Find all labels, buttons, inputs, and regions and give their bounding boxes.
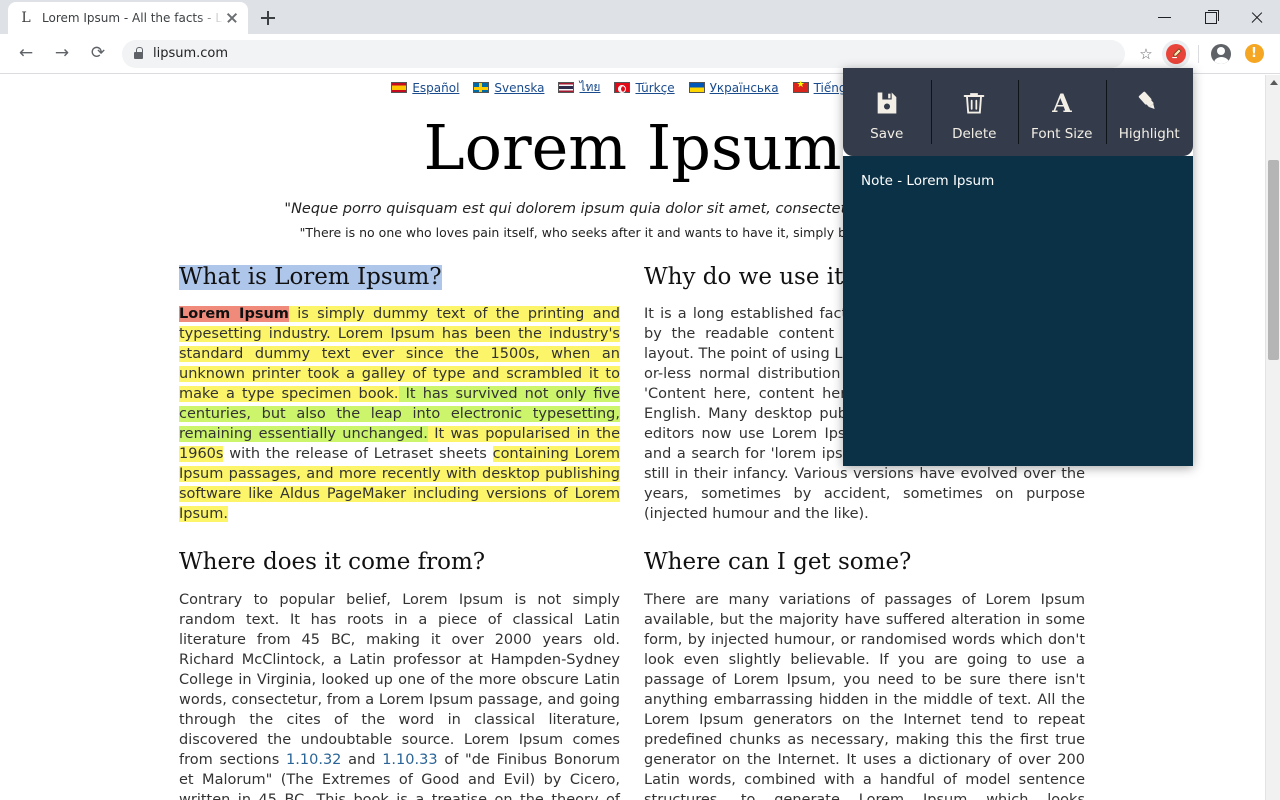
highlight-button[interactable]: Highlight <box>1105 68 1194 156</box>
plain-segment: with the release of Letraset sheets <box>223 446 493 463</box>
update-alert-button[interactable]: ! <box>1240 40 1268 68</box>
language-label[interactable]: Español <box>412 81 459 95</box>
highlighter-extension-icon[interactable] <box>1162 39 1190 68</box>
note-panel: Save Delete A Font Size Highlight Note -… <box>843 68 1193 466</box>
flag-spain-icon <box>391 82 408 93</box>
save-button[interactable]: Save <box>843 68 931 156</box>
page-scrollbar[interactable] <box>1265 75 1280 800</box>
tab-strip: L Lorem Ipsum - All the facts - Lips <box>0 0 1280 34</box>
forward-icon[interactable]: → <box>47 39 77 69</box>
flag-turkey-icon <box>614 82 631 93</box>
address-bar[interactable]: lipsum.com <box>122 39 1125 68</box>
trash-icon <box>960 86 988 120</box>
bookmark-star-icon[interactable]: ☆ <box>1133 41 1159 67</box>
flag-ukraine-icon <box>688 82 705 93</box>
font-size-button[interactable]: A Font Size <box>1018 68 1106 156</box>
window-controls <box>1142 0 1280 34</box>
left-column: What is Lorem Ipsum? Lorem Ipsum is simp… <box>179 264 620 800</box>
highlighter-marker-icon <box>1134 86 1164 120</box>
save-label: Save <box>870 126 904 143</box>
heading-why-do-we-use-it: Why do we use it? <box>644 264 856 290</box>
maximize-icon[interactable] <box>1188 0 1234 34</box>
note-title-text[interactable]: Note - Lorem Ipsum <box>861 172 1175 191</box>
avatar <box>1211 43 1231 64</box>
tab-favicon-icon: L <box>21 10 31 26</box>
scrollbar-thumb[interactable] <box>1268 160 1279 360</box>
language-link-sv[interactable]: Svenska <box>473 81 544 95</box>
save-floppy-icon <box>873 86 901 120</box>
flag-thailand-icon <box>558 82 575 93</box>
language-link-es[interactable]: Español <box>391 81 459 95</box>
paragraph-what-is-lorem-ipsum: Lorem Ipsum is simply dummy text of the … <box>179 304 620 524</box>
paragraph-where-can-i-get-some: There are many variations of passages of… <box>644 591 1085 800</box>
paragraph-where-does-it-come-from: Contrary to popular belief, Lorem Ipsum … <box>179 590 620 800</box>
text-part-2: and <box>341 751 383 768</box>
back-icon[interactable]: ← <box>11 39 41 69</box>
delete-button[interactable]: Delete <box>930 68 1019 156</box>
browser-window: L Lorem Ipsum - All the facts - Lips ← →… <box>0 0 1280 800</box>
heading-where-can-i-get-some: Where can I get some? <box>644 549 912 576</box>
heading-where-does-it-come-from: Where does it come from? <box>179 549 486 576</box>
delete-label: Delete <box>952 126 997 143</box>
font-size-icon: A <box>1047 86 1077 120</box>
extension-badge <box>1166 43 1186 64</box>
flag-vietnam-icon <box>792 80 809 93</box>
lock-icon <box>134 46 144 59</box>
text-part-1: Contrary to popular belief, Lorem Ipsum … <box>179 591 620 768</box>
language-label[interactable]: ไทย <box>579 78 600 97</box>
font-size-label: Font Size <box>1031 126 1093 143</box>
tab-close-icon[interactable] <box>224 10 240 26</box>
note-toolbar: Save Delete A Font Size Highlight <box>843 68 1193 156</box>
browser-tab[interactable]: L Lorem Ipsum - All the facts - Lips <box>8 2 248 34</box>
new-tab-button[interactable] <box>254 4 282 32</box>
note-editor[interactable]: Note - Lorem Ipsum <box>843 156 1193 466</box>
link-section-1-10-32-a[interactable]: 1.10.32 <box>286 752 341 768</box>
language-link-uk[interactable]: Українська <box>688 81 779 95</box>
update-badge: ! <box>1244 44 1264 63</box>
minimize-icon[interactable] <box>1142 0 1188 34</box>
reload-icon[interactable]: ⟳ <box>83 39 113 69</box>
highlight-label: Highlight <box>1118 126 1180 143</box>
link-section-1-10-33[interactable]: 1.10.33 <box>382 752 437 768</box>
language-link-tr[interactable]: Türkçe <box>614 81 675 95</box>
language-label[interactable]: Svenska <box>494 81 544 95</box>
language-label[interactable]: Українська <box>710 81 779 95</box>
close-window-icon[interactable] <box>1234 0 1280 34</box>
language-label[interactable]: Türkçe <box>635 81 674 95</box>
profile-avatar-icon[interactable] <box>1207 40 1235 68</box>
scroll-up-arrow-icon[interactable] <box>1269 80 1278 85</box>
language-link-th[interactable]: ไทย <box>558 78 600 97</box>
tab-title: Lorem Ipsum - All the facts - Lips <box>42 11 224 25</box>
url-text: lipsum.com <box>153 46 229 61</box>
toolbar-divider <box>1198 44 1199 63</box>
svg-text:A: A <box>1051 89 1072 118</box>
flag-sweden-icon <box>473 82 490 93</box>
heading-what-is-lorem-ipsum: What is Lorem Ipsum? <box>179 264 442 291</box>
highlight-red-lorem-ipsum: Lorem Ipsum <box>179 306 289 323</box>
